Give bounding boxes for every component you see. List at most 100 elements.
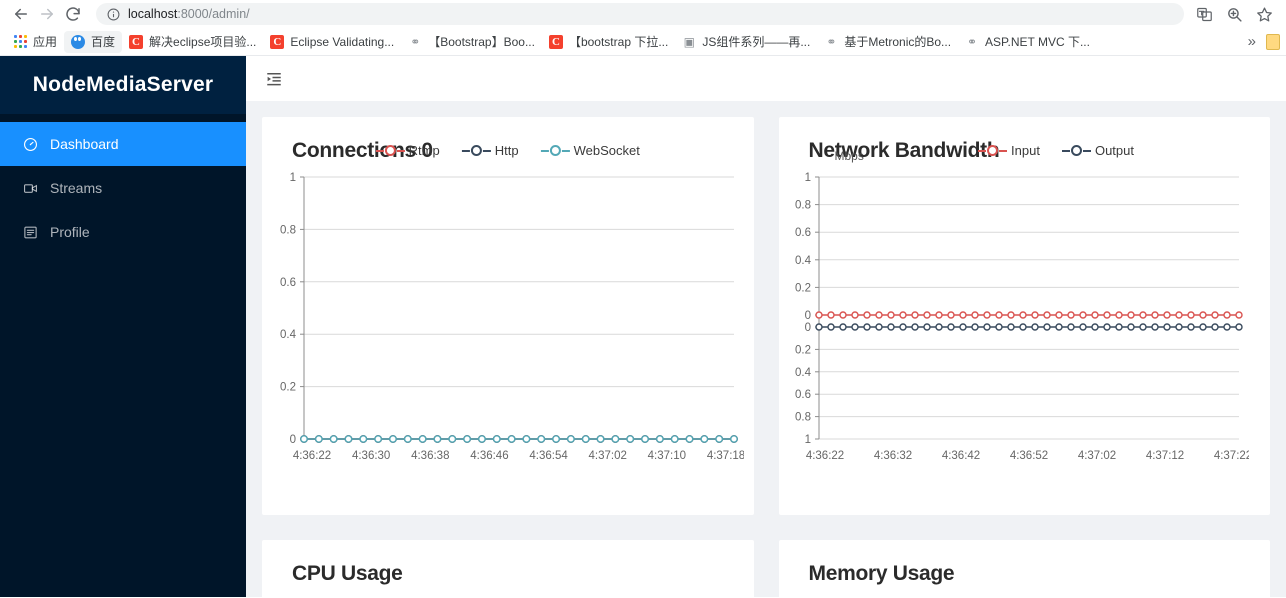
chart-legend: Rtmp Http WebSocket: [375, 143, 640, 158]
bookmark-item[interactable]: C 解决eclipse项目验...: [122, 31, 263, 53]
svg-text:0.8: 0.8: [795, 412, 811, 424]
svg-text:0.6: 0.6: [795, 389, 811, 401]
svg-text:0: 0: [290, 434, 296, 446]
url-text: localhost:8000/admin/: [128, 7, 250, 21]
bookmark-item[interactable]: ⚭ 基于Metronic的Bo...: [817, 31, 958, 53]
csdn-c-icon: C: [548, 34, 563, 49]
svg-text:0.4: 0.4: [795, 255, 812, 267]
legend-label: WebSocket: [573, 143, 640, 158]
bookmark-item[interactable]: C Eclipse Validating...: [263, 31, 401, 53]
translate-icon[interactable]: [1190, 1, 1218, 27]
svg-text:4:37:10: 4:37:10: [648, 450, 686, 462]
legend-item-input[interactable]: Input: [978, 143, 1040, 158]
profile-list-icon: [22, 224, 38, 240]
chart-legend: Input Output: [978, 143, 1134, 158]
legend-label: Rtmp: [408, 143, 440, 158]
sidebar: NodeMediaServer Dashboard Streams Profil…: [0, 56, 246, 597]
star-icon[interactable]: [1250, 1, 1278, 27]
zoom-search-icon[interactable]: [1220, 1, 1248, 27]
legend-marker-icon: [461, 145, 491, 156]
chart-plot-bandwidth: 1 0.8 0.6 0.4 0.2 0 0 0.2 0.4 0.6 0.8 1 4:36:22 4:36:…: [779, 167, 1271, 507]
content-area: Connections 0 Rtmp Http WebSocket 0 0.2 …: [246, 56, 1286, 597]
forward-arrow-icon[interactable]: [34, 1, 60, 27]
sidebar-item-label: Dashboard: [50, 136, 119, 152]
sidebar-item-profile[interactable]: Profile: [0, 210, 246, 254]
bookmark-label: ASP.NET MVC 下...: [985, 35, 1090, 49]
svg-text:0: 0: [804, 310, 810, 322]
svg-text:0: 0: [804, 322, 810, 334]
bookmarks-bar: 应用 百度 C 解决eclipse项目验... C Eclipse Valida…: [0, 28, 1286, 56]
sidebar-panel-icon[interactable]: [1266, 33, 1280, 50]
page-title: Memory Usage: [808, 562, 955, 585]
card-header: CPU Usage: [280, 562, 736, 592]
svg-text:0.2: 0.2: [280, 382, 296, 394]
card-header: Network Bandwidth Input Output: [797, 139, 1253, 169]
legend-marker-icon: [375, 145, 405, 156]
menu-fold-icon[interactable]: [264, 69, 284, 89]
svg-text:4:37:02: 4:37:02: [1077, 450, 1115, 462]
svg-text:4:36:38: 4:36:38: [411, 450, 449, 462]
legend-item-http[interactable]: Http: [461, 143, 519, 158]
svg-text:4:36:52: 4:36:52: [1009, 450, 1047, 462]
brand-title: NodeMediaServer: [0, 56, 246, 114]
csdn-c-icon: C: [129, 34, 144, 49]
card-network-bandwidth: Network Bandwidth Input Output Mbps 1 0.…: [778, 117, 1271, 515]
dashboard-gauge-icon: [22, 136, 38, 152]
card-connections: Connections 0 Rtmp Http WebSocket 0 0.2 …: [262, 117, 754, 515]
svg-text:0.6: 0.6: [795, 227, 811, 239]
svg-text:0.2: 0.2: [795, 344, 811, 356]
sidebar-item-label: Profile: [50, 224, 90, 240]
url-path: :8000/admin/: [177, 7, 250, 21]
legend-label: Http: [494, 143, 519, 158]
sidebar-item-streams[interactable]: Streams: [0, 166, 246, 210]
info-circle-icon[interactable]: [106, 7, 120, 21]
legend-marker-icon: [978, 145, 1008, 156]
page-title: CPU Usage: [292, 562, 403, 585]
legend-item-output[interactable]: Output: [1061, 143, 1134, 158]
bookmark-label: 百度: [91, 35, 116, 49]
bookmark-label: 【Bootstrap】Boo...: [428, 35, 535, 49]
bookmark-label: Eclipse Validating...: [290, 34, 395, 49]
svg-text:4:37:18: 4:37:18: [707, 450, 744, 462]
legend-item-rtmp[interactable]: Rtmp: [375, 143, 440, 158]
bookmark-label: 基于Metronic的Bo...: [844, 35, 952, 49]
svg-text:4:37:12: 4:37:12: [1145, 450, 1183, 462]
cnblogs-icon: ⚭: [410, 34, 421, 49]
bookmark-label: 解决eclipse项目验...: [149, 35, 257, 49]
svg-text:0.4: 0.4: [280, 329, 297, 341]
svg-text:4:37:22: 4:37:22: [1213, 450, 1248, 462]
svg-text:4:36:30: 4:36:30: [352, 450, 390, 462]
svg-text:0.6: 0.6: [280, 277, 296, 289]
chart-plot-connections: 0 0.2 0.4 0.6 0.8 1 4:36:22 4:36:30 4:36:38 4:36:…: [262, 167, 754, 507]
bookmarks-overflow-icon[interactable]: »: [1242, 33, 1262, 50]
bookmark-baidu[interactable]: 百度: [64, 30, 123, 53]
reload-icon[interactable]: [60, 1, 86, 27]
sidebar-item-dashboard[interactable]: Dashboard: [0, 122, 246, 166]
bookmark-label: 【bootstrap 下拉...: [568, 35, 669, 49]
svg-text:4:36:32: 4:36:32: [873, 450, 911, 462]
legend-label: Output: [1094, 143, 1134, 158]
card-cpu-usage: CPU Usage: [262, 540, 754, 597]
svg-text:4:36:22: 4:36:22: [805, 450, 843, 462]
bookmark-item[interactable]: ⚭ 【Bootstrap】Boo...: [401, 31, 542, 53]
page-icon: ▣: [683, 34, 695, 49]
content-topbar: [246, 56, 1286, 101]
bookmark-apps[interactable]: 应用: [6, 31, 64, 53]
svg-text:0.8: 0.8: [795, 200, 811, 212]
cnblogs-icon: ⚭: [826, 34, 837, 49]
bookmark-item[interactable]: C 【bootstrap 下拉...: [542, 31, 675, 53]
bookmark-label: JS组件系列——再...: [702, 35, 811, 49]
url-host: localhost: [128, 7, 178, 21]
address-bar[interactable]: localhost:8000/admin/: [96, 3, 1184, 25]
toolbar-actions: [1190, 1, 1278, 27]
video-camera-icon: [22, 180, 38, 196]
back-arrow-icon[interactable]: [8, 1, 34, 27]
legend-item-websocket[interactable]: WebSocket: [540, 143, 640, 158]
chart-unit-label: Mbps: [834, 149, 864, 163]
svg-text:1: 1: [804, 434, 810, 446]
bookmark-item[interactable]: ⚭ ASP.NET MVC 下...: [958, 31, 1097, 53]
svg-text:1: 1: [290, 172, 296, 184]
bookmark-label: 应用: [33, 35, 58, 49]
bookmark-item[interactable]: ▣ JS组件系列——再...: [675, 31, 817, 53]
sidebar-menu: Dashboard Streams Profile: [0, 122, 246, 254]
